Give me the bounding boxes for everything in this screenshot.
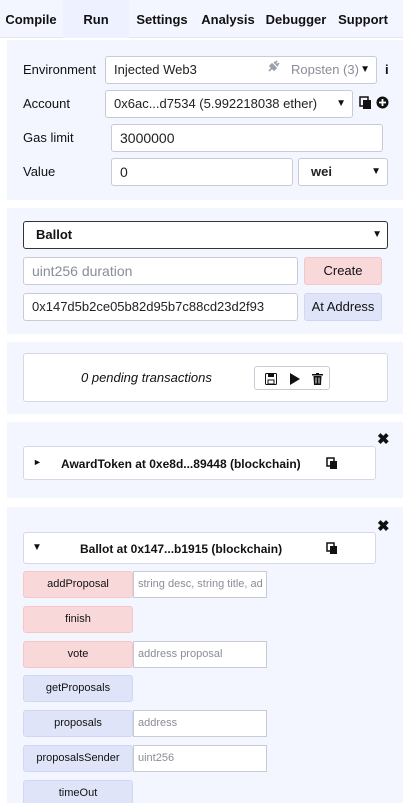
instance-awardtoken-panel: ✖ ► AwardToken at 0xe8d...89448 (blockch… [7, 422, 403, 498]
account-select[interactable]: 0x6ac...d7534 (5.992218038 ether) ▼ [105, 90, 353, 118]
instance-ballot-header[interactable]: ▼ Ballot at 0x147...b1915 (blockchain) [23, 532, 376, 564]
account-label: Account [23, 96, 70, 111]
function-button-vote[interactable]: vote [23, 641, 133, 668]
environment-label: Environment [23, 62, 96, 77]
contract-select[interactable]: Ballot ▼ [23, 221, 388, 249]
function-button-proposalssender[interactable]: proposalsSender [23, 745, 133, 772]
info-icon[interactable]: i [385, 62, 389, 77]
value-label: Value [23, 164, 56, 179]
chevron-down-icon: ▼ [333, 91, 346, 117]
instance-awardtoken-header[interactable]: ► AwardToken at 0xe8d...89448 (blockchai… [23, 446, 376, 480]
chevron-down-icon: ▼ [372, 229, 382, 240]
function-input-vote[interactable]: address proposal [133, 641, 267, 668]
tab-bar: Compile Run Settings Analysis Debugger S… [0, 0, 403, 38]
function-button-timeout[interactable]: timeOut [23, 780, 133, 803]
close-icon[interactable]: ✖ [377, 517, 390, 535]
copy-icon[interactable] [359, 96, 372, 115]
pending-transactions-panel: 0 pending transactions [7, 342, 403, 414]
function-input-proposalssender[interactable]: uint256 [133, 745, 267, 772]
add-account-icon[interactable] [376, 96, 389, 114]
at-address-input[interactable]: 0x147d5b2ce05b82d95b7c88cd23d2f93 [23, 293, 298, 321]
environment-value: Injected Web3 [114, 62, 197, 77]
plug-icon [266, 57, 280, 83]
unit-value: wei [311, 164, 332, 179]
function-button-finish[interactable]: finish [23, 606, 133, 633]
caret-right-icon[interactable]: ► [33, 457, 42, 467]
environment-select[interactable]: Injected Web3 Ropsten (3) ▼ [105, 56, 377, 84]
create-button[interactable]: Create [304, 257, 382, 285]
tab-debugger[interactable]: Debugger [261, 0, 331, 38]
function-button-getproposals[interactable]: getProposals [23, 675, 133, 702]
tab-compile[interactable]: Compile [0, 0, 62, 38]
chevron-down-icon: ▼ [371, 166, 381, 177]
at-address-button[interactable]: At Address [304, 293, 382, 321]
pending-count-text: 0 pending transactions [81, 370, 212, 385]
network-name: Ropsten (3) [291, 62, 359, 77]
instance-ballot-panel: ✖ ▼ Ballot at 0x147...b1915 (blockchain)… [7, 507, 403, 803]
gas-limit-input[interactable]: 3000000 [111, 124, 383, 152]
pending-actions [254, 366, 330, 390]
tab-settings[interactable]: Settings [130, 0, 194, 38]
unit-select[interactable]: wei ▼ [298, 158, 388, 186]
instance-title: Ballot at 0x147...b1915 (blockchain) [80, 542, 283, 556]
copy-icon[interactable] [326, 457, 338, 473]
chevron-down-icon: ▼ [360, 64, 370, 75]
save-icon[interactable] [265, 372, 277, 390]
function-input-addproposal[interactable]: string desc, string title, ad [133, 571, 267, 598]
pending-transactions-box: 0 pending transactions [23, 353, 388, 402]
copy-icon[interactable] [326, 542, 338, 558]
run-settings-panel: Environment Injected Web3 Ropsten (3) ▼ … [7, 40, 403, 200]
contract-selected: Ballot [36, 227, 73, 242]
function-input-proposals[interactable]: address [133, 710, 267, 737]
tab-run[interactable]: Run [63, 0, 129, 38]
tab-analysis[interactable]: Analysis [196, 0, 260, 38]
function-button-addproposal[interactable]: addProposal [23, 571, 133, 598]
account-value: 0x6ac...d7534 (5.992218038 ether) [114, 96, 318, 111]
tab-support[interactable]: Support [332, 0, 394, 38]
trash-icon[interactable] [312, 372, 323, 390]
gas-limit-label: Gas limit [23, 130, 74, 145]
contract-panel: Ballot ▼ uint256 duration Create 0x147d5… [7, 208, 403, 334]
constructor-args-input[interactable]: uint256 duration [23, 257, 298, 285]
value-input[interactable]: 0 [111, 158, 293, 186]
close-icon[interactable]: ✖ [377, 430, 390, 448]
caret-down-icon[interactable]: ▼ [32, 542, 42, 553]
instance-title: AwardToken at 0xe8d...89448 (blockchain) [61, 457, 301, 471]
play-icon[interactable] [289, 372, 300, 390]
function-button-proposals[interactable]: proposals [23, 710, 133, 737]
